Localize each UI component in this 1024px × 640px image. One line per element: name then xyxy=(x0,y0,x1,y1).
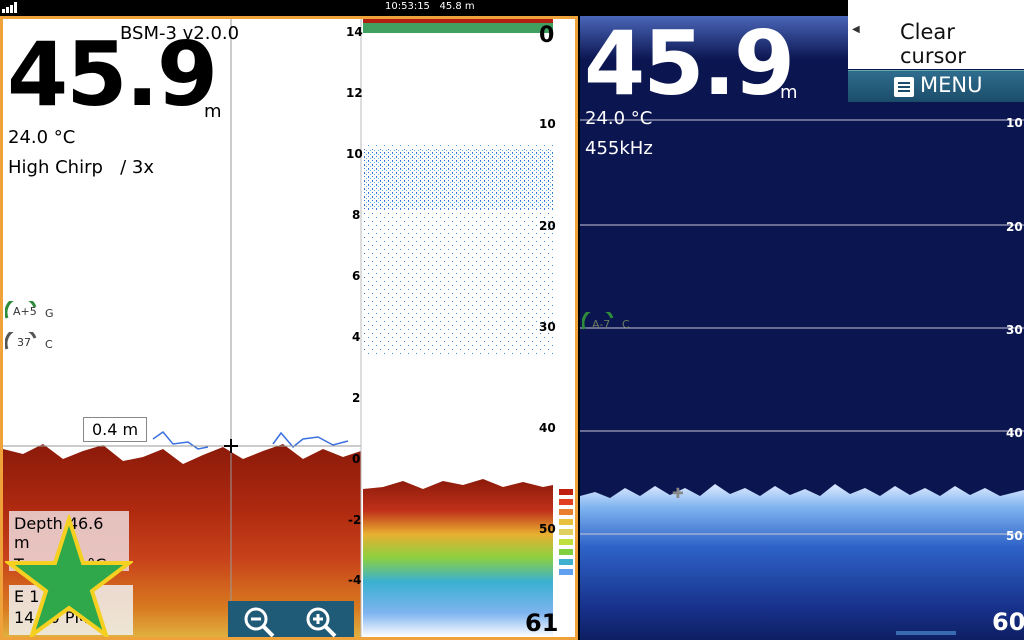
depth-scale-tick: 40 xyxy=(539,421,556,435)
depth-unit: m xyxy=(204,101,222,122)
depth-scale-tick: 10 xyxy=(539,117,556,131)
depth-scale-tick: 50 xyxy=(539,522,556,536)
waypoint-star-icon[interactable] xyxy=(5,515,133,637)
zoom-scale-tick: 6 xyxy=(352,269,361,283)
depth-value-right: 45.9 xyxy=(584,16,795,115)
context-popup: ◀ Clear cursor MENU xyxy=(848,0,1024,102)
depth-scale-bottom-right: 60 xyxy=(992,608,1024,636)
sonar-mode: High Chirp / 3x xyxy=(8,157,154,178)
sonar-left-pane[interactable]: BSM-3 v2.0.0 45.9 m 24.0 °C High Chirp /… xyxy=(0,16,578,640)
depth-scale-tick-right: 20 xyxy=(1006,220,1023,234)
depth-scale-top: 0 xyxy=(539,23,555,48)
depth-value: 45.9 xyxy=(7,23,218,126)
zoom-in-icon[interactable] xyxy=(304,605,338,639)
zoom-scale-tick: -4 xyxy=(348,573,362,587)
gain-indicator-right[interactable]: A-7 C xyxy=(581,306,630,333)
cursor-cross-icon xyxy=(224,439,238,453)
pointer-arrow-icon: ◀ xyxy=(852,24,860,35)
menu-button[interactable]: MENU xyxy=(848,70,1024,102)
depth-scale-tick-right: 10 xyxy=(1006,116,1023,130)
gain-indicator[interactable]: A+5 G xyxy=(4,295,54,322)
menu-icon xyxy=(894,77,914,97)
depth-scale-tick-right: 50 xyxy=(1006,529,1023,543)
depth-scale-tick: 30 xyxy=(539,320,556,334)
sonar-right-pane[interactable]: 45.9 m 24.0 °C 455kHz A-7 C ✚ 10 20 30 4… xyxy=(580,16,1024,640)
zoom-scale-tick: 0 xyxy=(352,452,361,466)
cursor-depth-label: 0.4 m xyxy=(83,417,148,442)
depth-scale-tick: 20 xyxy=(539,219,556,233)
depth-scale-tick-right: 40 xyxy=(1006,426,1023,440)
status-time: 10:53:15 45.8 m xyxy=(385,1,475,12)
cursor-marker-icon: ✚ xyxy=(672,486,684,502)
clear-cursor-button[interactable]: ◀ Clear cursor xyxy=(848,0,1024,69)
water-temperature: 24.0 °C xyxy=(8,127,76,148)
zoom-scale-tick: 14 xyxy=(346,25,363,39)
zoom-scale-tick: 4 xyxy=(352,330,361,344)
frequency-label: 455kHz xyxy=(585,138,653,159)
zoom-controls xyxy=(228,601,354,639)
zoom-scale-tick: 2 xyxy=(352,391,361,405)
zoom-scale-tick: 10 xyxy=(346,147,363,161)
zoom-scale-tick: 12 xyxy=(346,86,363,100)
depth-unit-right: m xyxy=(780,82,798,103)
water-temperature-right: 24.0 °C xyxy=(585,108,653,129)
depth-scale-tick-right: 30 xyxy=(1006,323,1023,337)
contrast-indicator[interactable]: 37 C xyxy=(4,326,53,353)
zoom-scale-tick: 8 xyxy=(352,208,361,222)
depth-scale-bottom: 61 xyxy=(525,609,559,637)
signal-icon xyxy=(2,2,17,13)
zoom-scale-tick: -2 xyxy=(348,513,362,527)
zoom-out-icon[interactable] xyxy=(242,605,276,639)
